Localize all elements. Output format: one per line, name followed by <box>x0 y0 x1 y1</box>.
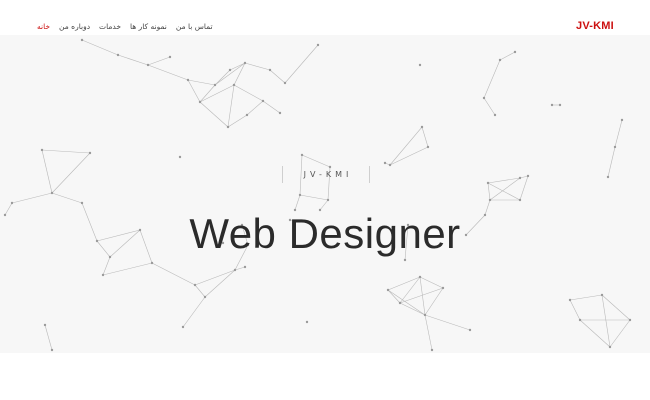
hero-title: Web Designer <box>189 210 461 257</box>
nav-item-portfolio[interactable]: نمونه کار ها <box>130 22 167 31</box>
nav-item-contact[interactable]: تماس با من <box>176 22 213 31</box>
nav-item-services[interactable]: خدمات <box>99 22 121 31</box>
brand-logo[interactable]: JV-KMI <box>576 20 614 32</box>
nav-item-about[interactable]: دوباره من <box>59 22 90 31</box>
nav-item-home[interactable]: خانه <box>37 22 50 31</box>
hero-section: JV-KMI Web Designer <box>0 35 650 353</box>
top-navbar: JV-KMI خانه دوباره من خدمات نمونه کار ها… <box>0 18 650 38</box>
subtitle-frame: JV-KMI <box>282 166 370 183</box>
hero-subtitle: JV-KMI <box>303 170 353 179</box>
page: JV-KMI Web Designer JV-KMI خانه دوباره م… <box>0 0 650 400</box>
nav-menu: خانه دوباره من خدمات نمونه کار ها تماس ب… <box>37 22 213 31</box>
particle-network-background <box>3 38 632 352</box>
